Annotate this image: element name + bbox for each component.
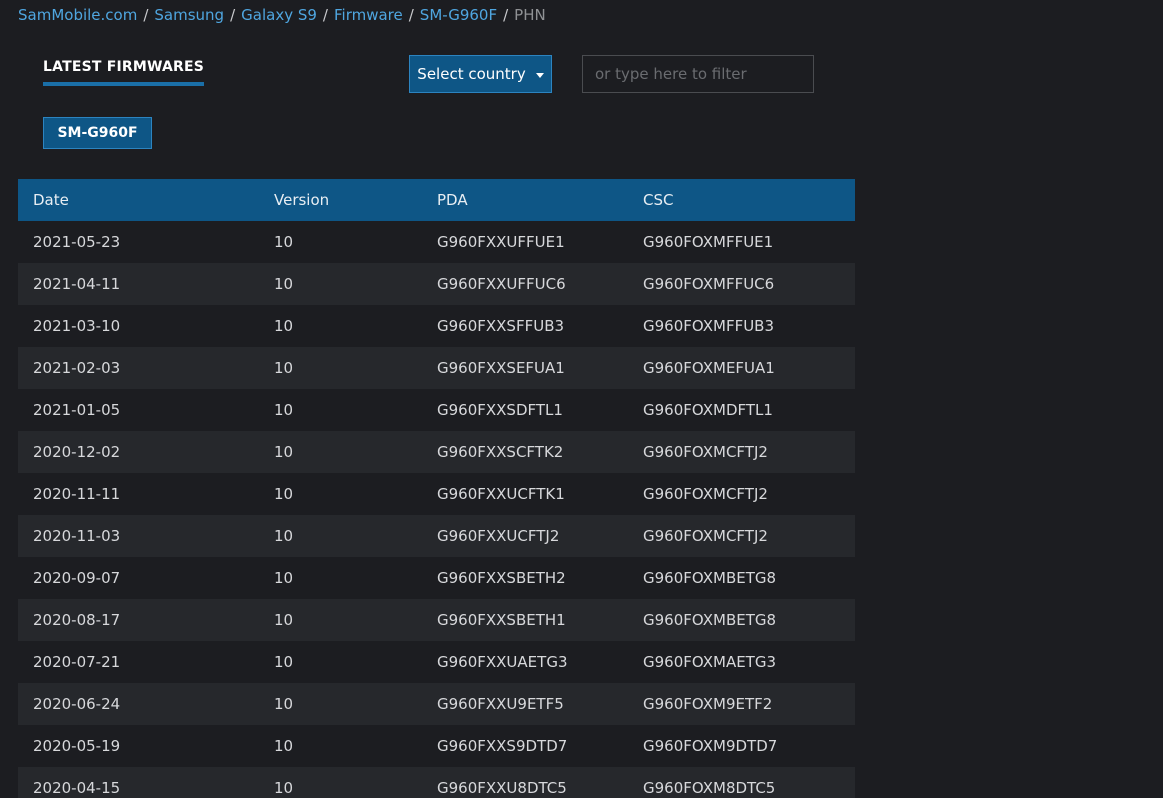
cell-date: 2021-02-03 — [33, 359, 121, 377]
table-row[interactable]: 2020-05-19 10 G960FXXS9DTD7 G960FOXM9DTD7 — [18, 725, 855, 767]
cell-version: 10 — [274, 485, 294, 503]
section-title: LATEST FIRMWARES — [43, 58, 205, 86]
cell-csc: G960FOXMCFTJ2 — [643, 527, 768, 545]
table-header-row: Date Version PDA CSC — [18, 179, 855, 221]
cell-version: 10 — [274, 317, 294, 335]
table-row[interactable]: 2020-04-15 10 G960FXXU8DTC5 G960FOXM8DTC5 — [18, 767, 855, 798]
cell-version: 10 — [274, 779, 294, 797]
cell-csc: G960FOXMBETG8 — [643, 611, 777, 629]
breadcrumb-link-samsung[interactable]: Samsung — [154, 6, 224, 24]
breadcrumb-link-galaxy-s9[interactable]: Galaxy S9 — [241, 6, 317, 24]
cell-date: 2020-08-17 — [33, 611, 121, 629]
cell-csc: G960FOXMBETG8 — [643, 569, 777, 587]
cell-pda: G960FXXUFFUE1 — [437, 233, 565, 251]
cell-pda: G960FXXS9DTD7 — [437, 737, 568, 755]
cell-pda: G960FXXSDFTL1 — [437, 401, 563, 419]
table-row[interactable]: 2020-07-21 10 G960FXXUAETG3 G960FOXMAETG3 — [18, 641, 855, 683]
cell-version: 10 — [274, 359, 294, 377]
cell-pda: G960FXXU9ETF5 — [437, 695, 564, 713]
cell-date: 2020-05-19 — [33, 737, 121, 755]
breadcrumb: SamMobile.com / Samsung / Galaxy S9 / Firmware… — [18, 5, 546, 25]
cell-pda: G960FXXUCFTJ2 — [437, 527, 560, 545]
table-row[interactable]: 2021-02-03 10 G960FXXSEFUA1 G960FOXMEFUA1 — [18, 347, 855, 389]
cell-pda: G960FXXUCFTK1 — [437, 485, 565, 503]
breadcrumb-link-sammobile[interactable]: SamMobile.com — [18, 6, 137, 24]
cell-version: 10 — [274, 443, 294, 461]
cell-version: 10 — [274, 611, 294, 629]
cell-date: 2020-09-07 — [33, 569, 121, 587]
cell-csc: G960FOXMDFTL1 — [643, 401, 773, 419]
cell-csc: G960FOXMFFUB3 — [643, 317, 775, 335]
cell-version: 10 — [274, 233, 294, 251]
cell-date: 2021-04-11 — [33, 275, 121, 293]
table-row[interactable]: 2020-12-02 10 G960FXXSCFTK2 G960FOXMCFTJ2 — [18, 431, 855, 473]
breadcrumb-current: PHN — [514, 6, 546, 24]
column-header-pda: PDA — [437, 179, 643, 221]
cell-csc: G960FOXMAETG3 — [643, 653, 777, 671]
cell-date: 2020-11-11 — [33, 485, 121, 503]
cell-csc: G960FOXMCFTJ2 — [643, 443, 768, 461]
cell-date: 2020-04-15 — [33, 779, 121, 797]
cell-pda: G960FXXSBETH1 — [437, 611, 566, 629]
firmware-page: SamMobile.com / Samsung / Galaxy S9 / Firmware… — [0, 0, 1163, 798]
cell-date: 2020-06-24 — [33, 695, 121, 713]
cell-date: 2021-05-23 — [33, 233, 121, 251]
cell-pda: G960FXXSCFTK2 — [437, 443, 564, 461]
table-row[interactable]: 2021-04-11 10 G960FXXUFFUC6 G960FOXMFFUC6 — [18, 263, 855, 305]
cell-version: 10 — [274, 653, 294, 671]
firmware-table: Date Version PDA CSC 2021-05-23 10 G960FXX… — [18, 179, 855, 798]
cell-csc: G960FOXMEFUA1 — [643, 359, 775, 377]
cell-csc: G960FOXM9ETF2 — [643, 695, 773, 713]
column-header-date: Date — [18, 179, 274, 221]
cell-date: 2020-12-02 — [33, 443, 121, 461]
table-row[interactable]: 2021-05-23 10 G960FXXUFFUE1 G960FOXMFFUE1 — [18, 221, 855, 263]
table-row[interactable]: 2020-11-11 10 G960FXXUCFTK1 G960FOXMCFTJ2 — [18, 473, 855, 515]
cell-csc: G960FOXMFFUC6 — [643, 275, 775, 293]
filter-input[interactable] — [582, 55, 814, 93]
cell-version: 10 — [274, 695, 294, 713]
cell-pda: G960FXXSEFUA1 — [437, 359, 565, 377]
table-row[interactable]: 2020-09-07 10 G960FXXSBETH2 G960FOXMBETG8 — [18, 557, 855, 599]
cell-pda: G960FXXSBETH2 — [437, 569, 566, 587]
cell-version: 10 — [274, 737, 294, 755]
breadcrumb-separator: / — [503, 6, 509, 24]
table-row[interactable]: 2021-03-10 10 G960FXXSFFUB3 G960FOXMFFUB3 — [18, 305, 855, 347]
model-button[interactable]: SM-G960F — [43, 117, 152, 149]
column-header-csc: CSC — [643, 179, 855, 221]
cell-version: 10 — [274, 401, 294, 419]
cell-date: 2020-11-03 — [33, 527, 121, 545]
cell-date: 2021-01-05 — [33, 401, 121, 419]
cell-pda: G960FXXUFFUC6 — [437, 275, 566, 293]
breadcrumb-separator: / — [322, 6, 328, 24]
cell-date: 2021-03-10 — [33, 317, 121, 335]
cell-version: 10 — [274, 569, 294, 587]
cell-pda: G960FXXU8DTC5 — [437, 779, 567, 797]
cell-pda: G960FXXUAETG3 — [437, 653, 568, 671]
breadcrumb-separator: / — [408, 6, 414, 24]
table-row[interactable]: 2020-08-17 10 G960FXXSBETH1 G960FOXMBETG8 — [18, 599, 855, 641]
cell-date: 2020-07-21 — [33, 653, 121, 671]
breadcrumb-separator: / — [143, 6, 149, 24]
caret-down-icon — [535, 72, 544, 78]
firmware-table-body: 2021-05-23 10 G960FXXUFFUE1 G960FOXMFFUE1 20… — [18, 221, 855, 798]
cell-csc: G960FOXMFFUE1 — [643, 233, 774, 251]
select-country-button[interactable]: Select country — [409, 55, 552, 93]
cell-version: 10 — [274, 527, 294, 545]
table-row[interactable]: 2020-06-24 10 G960FXXU9ETF5 G960FOXM9ETF2 — [18, 683, 855, 725]
table-row[interactable]: 2021-01-05 10 G960FXXSDFTL1 G960FOXMDFTL1 — [18, 389, 855, 431]
cell-csc: G960FOXM9DTD7 — [643, 737, 778, 755]
table-row[interactable]: 2020-11-03 10 G960FXXUCFTJ2 G960FOXMCFTJ2 — [18, 515, 855, 557]
select-country-label: Select country — [417, 65, 526, 83]
breadcrumb-link-model[interactable]: SM-G960F — [420, 6, 497, 24]
column-header-version: Version — [274, 179, 437, 221]
cell-version: 10 — [274, 275, 294, 293]
breadcrumb-link-firmware[interactable]: Firmware — [334, 6, 403, 24]
breadcrumb-separator: / — [230, 6, 236, 24]
cell-pda: G960FXXSFFUB3 — [437, 317, 565, 335]
cell-csc: G960FOXMCFTJ2 — [643, 485, 768, 503]
cell-csc: G960FOXM8DTC5 — [643, 779, 776, 797]
